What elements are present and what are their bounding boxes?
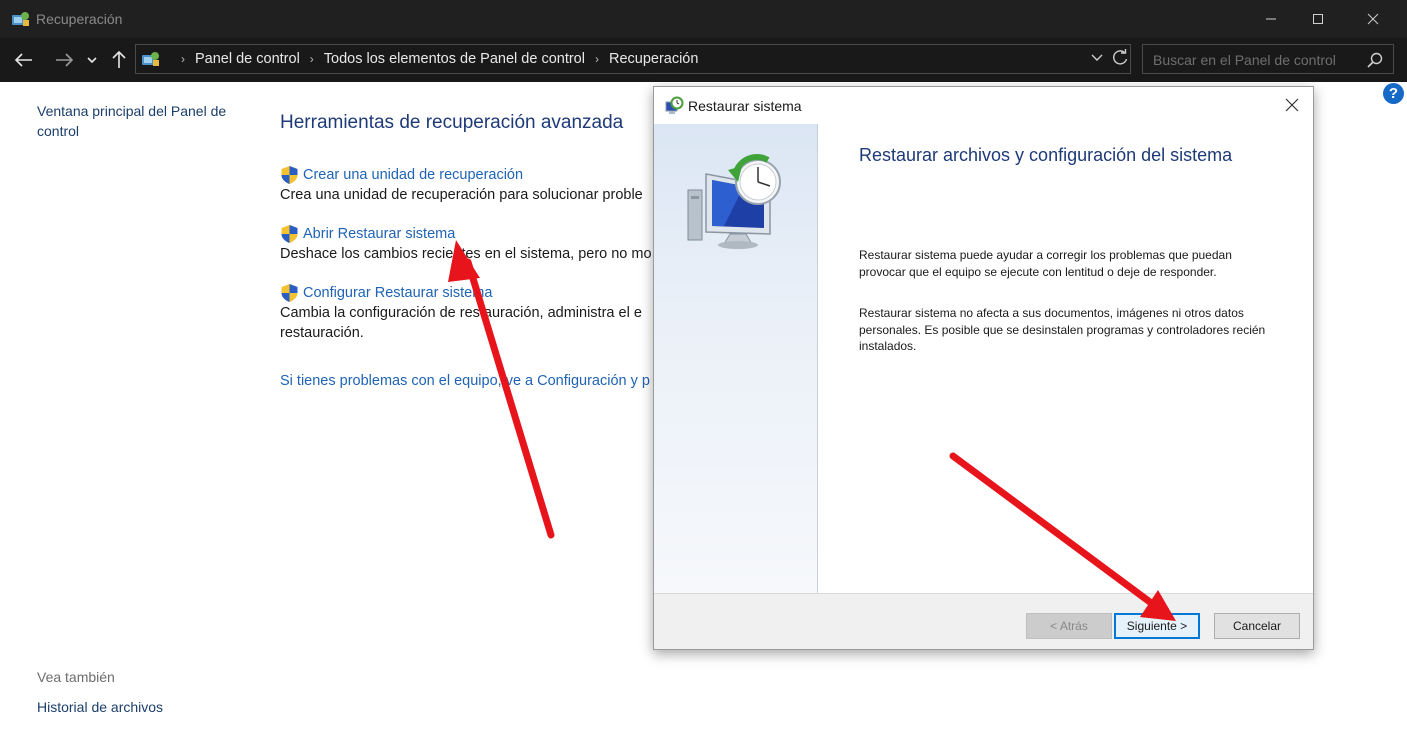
refresh-icon xyxy=(1113,49,1128,65)
dialog-paragraph: Restaurar sistema no afecta a sus docume… xyxy=(859,306,1266,353)
dialog-content: Restaurar archivos y configuración del s… xyxy=(818,124,1313,593)
shield-icon xyxy=(281,225,298,243)
see-also-heading: Vea también xyxy=(37,669,115,685)
maximize-button[interactable] xyxy=(1295,0,1341,38)
task-link-label: Abrir Restaurar sistema xyxy=(303,226,456,242)
task-description: restauración. xyxy=(280,325,364,341)
breadcrumb-item[interactable]: Panel de control xyxy=(195,51,300,67)
arrow-left-icon xyxy=(15,53,32,67)
dialog-title: Restaurar sistema xyxy=(688,98,802,114)
chevron-right-icon: › xyxy=(309,52,314,66)
breadcrumb-item[interactable]: Recuperación xyxy=(609,51,698,67)
close-icon xyxy=(1367,13,1379,25)
task-configure-system-restore: Configurar Restaurar sistema Cambia la c… xyxy=(280,283,660,343)
help-icon[interactable]: ? xyxy=(1383,83,1404,104)
breadcrumb-item[interactable]: Todos los elementos de Panel de control xyxy=(324,51,585,67)
file-history-link[interactable]: Historial de archivos xyxy=(37,699,163,715)
window-title: Recuperación xyxy=(36,11,123,27)
search-icon xyxy=(1367,52,1383,68)
dialog-sidebar xyxy=(654,124,818,593)
dialog-footer: < Atrás Siguiente > Cancelar xyxy=(654,593,1313,649)
task-create-recovery-drive: Crear una unidad de recuperación Crea un… xyxy=(280,165,660,205)
breadcrumb: › Panel de control › Todos los elementos… xyxy=(135,44,698,74)
configure-system-restore-link[interactable]: Configurar Restaurar sistema xyxy=(280,283,660,303)
task-link-label: Crear una unidad de recuperación xyxy=(303,167,524,183)
shield-icon xyxy=(281,284,298,302)
chevron-right-icon: › xyxy=(594,52,599,66)
close-icon[interactable] xyxy=(1285,98,1299,112)
shield-icon xyxy=(281,166,298,184)
task-description: Cambia la configuración de restauración,… xyxy=(280,305,642,321)
search-placeholder: Buscar en el Panel de control xyxy=(1153,52,1336,68)
next-button[interactable]: Siguiente > xyxy=(1114,613,1200,639)
chevron-down-icon xyxy=(87,57,97,64)
task-description: Crea una unidad de recuperación para sol… xyxy=(280,187,643,203)
back-button[interactable]: < Atrás xyxy=(1026,613,1112,639)
task-link-label: Configurar Restaurar sistema xyxy=(303,285,493,301)
close-button[interactable] xyxy=(1350,0,1396,38)
up-button[interactable] xyxy=(107,48,131,72)
control-panel-icon xyxy=(12,12,29,26)
system-restore-dialog: Restaurar sistema Restaurar archivos y c… xyxy=(653,86,1314,650)
maximize-icon xyxy=(1313,14,1323,24)
dialog-title-bar: Restaurar sistema xyxy=(654,87,1313,124)
dialog-heading: Restaurar archivos y configuración del s… xyxy=(859,145,1233,165)
system-restore-icon xyxy=(665,96,684,114)
task-description: Deshace los cambios recientes en el sist… xyxy=(280,246,652,262)
address-history-button[interactable] xyxy=(1090,50,1104,69)
minimize-icon xyxy=(1266,18,1276,20)
minimize-button[interactable] xyxy=(1248,0,1294,38)
refresh-button[interactable] xyxy=(1111,49,1129,72)
open-system-restore-link[interactable]: Abrir Restaurar sistema xyxy=(280,224,660,244)
cancel-button[interactable]: Cancelar xyxy=(1214,613,1300,639)
title-bar: Recuperación xyxy=(0,0,1407,38)
system-restore-illustration-icon xyxy=(687,153,781,249)
recent-locations-button[interactable] xyxy=(82,48,102,72)
control-panel-icon xyxy=(142,52,159,66)
chevron-right-icon: › xyxy=(181,52,185,66)
back-button[interactable] xyxy=(12,48,36,72)
control-panel-home-link[interactable]: Ventana principal del Panel de control xyxy=(37,101,252,141)
settings-recovery-link[interactable]: Si tienes problemas con el equipo, ve a … xyxy=(280,373,654,389)
arrow-right-icon xyxy=(56,53,73,67)
search-input[interactable]: Buscar en el Panel de control xyxy=(1142,44,1394,74)
chevron-down-icon xyxy=(1091,54,1103,61)
page-title: Herramientas de recuperación avanzada xyxy=(280,112,624,133)
task-open-system-restore: Abrir Restaurar sistema Deshace los camb… xyxy=(280,224,660,264)
arrow-up-icon xyxy=(112,51,126,68)
dialog-paragraph: Restaurar sistema puede ayudar a corregi… xyxy=(859,248,1232,279)
create-recovery-drive-link[interactable]: Crear una unidad de recuperación xyxy=(280,165,660,185)
forward-button[interactable] xyxy=(52,48,76,72)
